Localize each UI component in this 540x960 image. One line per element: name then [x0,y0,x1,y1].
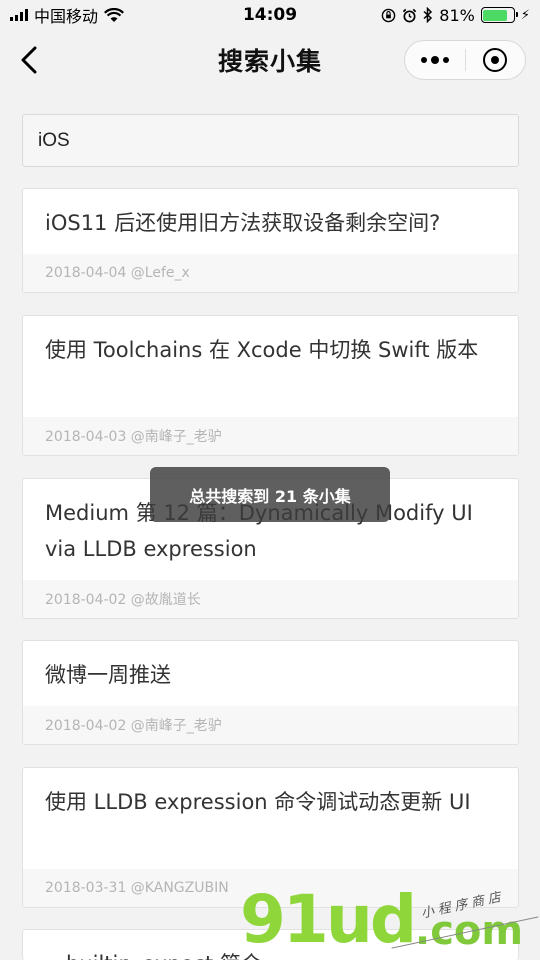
toast-message: 总共搜索到 21 条小集 [150,467,390,522]
result-title: __builtin_expect 简介 [23,930,518,960]
battery-percent: 81% [439,5,475,25]
navigation-bar: 搜索小集 [0,30,540,90]
back-button[interactable] [14,44,44,76]
status-bar: 中国移动 14:09 81% ⚡ [0,0,540,30]
carrier-label: 中国移动 [34,7,99,26]
battery-icon [480,7,518,23]
result-meta: 2018-04-02 @南峰子_老驴 [23,706,518,744]
result-meta: 2018-04-03 @南峰子_老驴 [23,417,518,455]
charging-icon: ⚡ [520,7,530,23]
more-dots-icon [420,56,449,64]
more-button[interactable] [405,41,465,79]
chevron-left-icon [21,46,37,74]
signal-strength-icon [10,9,28,21]
bluetooth-icon [423,7,433,23]
search-input[interactable]: iOS [22,114,519,167]
status-time: 14:09 [242,5,298,25]
result-card[interactable]: iOS11 后还使用旧方法获取设备剩余空间? 2018-04-04 @Lefe_… [22,188,519,293]
result-card[interactable]: 使用 Toolchains 在 Xcode 中切换 Swift 版本 2018-… [22,315,519,456]
result-title: 使用 LLDB expression 命令调试动态更新 UI [45,790,471,814]
result-title: 微博一周推送 [45,663,171,687]
result-meta: 2018-03-31 @KANGZUBIN [23,869,518,907]
result-meta: 2018-04-04 @Lefe_x [23,254,518,292]
page-title: 搜索小集 [217,47,322,76]
alarm-icon [403,8,417,22]
result-title: iOS11 后还使用旧方法获取设备剩余空间? [45,211,441,235]
rotation-lock-icon [382,8,396,22]
result-card[interactable]: 使用 LLDB expression 命令调试动态更新 UI 2018-03-3… [22,767,519,908]
result-title: 使用 Toolchains 在 Xcode 中切换 Swift 版本 [45,338,479,362]
wifi-icon [104,7,124,22]
target-circle-icon [483,48,508,72]
result-card[interactable]: __builtin_expect 简介 [22,929,519,960]
result-card[interactable]: 微博一周推送 2018-04-02 @南峰子_老驴 [22,640,519,745]
result-meta: 2018-04-02 @故胤道长 [23,580,518,618]
miniprogram-capsule [404,40,526,80]
close-miniprogram-button[interactable] [466,41,526,79]
